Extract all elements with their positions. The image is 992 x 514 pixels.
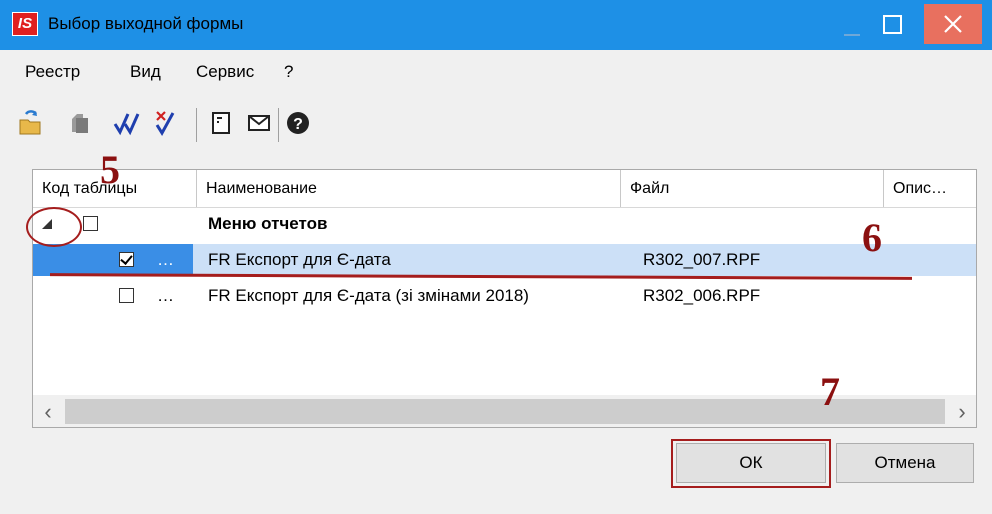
uncheck-all-icon[interactable]	[152, 108, 182, 138]
window-title: Выбор выходной формы	[48, 14, 244, 33]
group-row[interactable]: Меню отчетов	[33, 208, 976, 240]
table-row[interactable]: … FR Експорт для Є-дата R302_007.RPF	[33, 244, 976, 276]
row-name: FR Експорт для Є-дата	[208, 250, 391, 269]
maximize-button[interactable]	[872, 0, 918, 50]
menu-bar: Реестр Вид Сервис ?	[0, 62, 992, 88]
row-name: FR Експорт для Є-дата (зі змінами 2018)	[208, 286, 529, 305]
scroll-right-icon[interactable]: ›	[947, 395, 976, 427]
menu-registry[interactable]: Реестр	[25, 62, 80, 82]
menu-help[interactable]: ?	[284, 62, 293, 82]
annotation-7: 7	[820, 369, 840, 414]
annotation-6: 6	[862, 215, 882, 260]
toolbar-separator	[278, 108, 279, 142]
svg-text:?: ?	[293, 116, 303, 133]
toolbar: ?	[0, 104, 992, 144]
row-ellipsis[interactable]: …	[157, 244, 174, 276]
folder-grey-icon[interactable]	[64, 108, 94, 138]
check-all-icon[interactable]	[112, 108, 142, 138]
close-button[interactable]	[924, 4, 982, 44]
column-header-file[interactable]: Файл	[621, 170, 884, 207]
group-checkbox[interactable]	[83, 216, 98, 231]
help-icon[interactable]: ?	[283, 108, 313, 138]
form-icon[interactable]	[206, 108, 236, 138]
menu-view[interactable]: Вид	[130, 62, 161, 82]
column-header-name[interactable]: Наименование	[197, 170, 621, 207]
row-ellipsis[interactable]: …	[157, 280, 174, 312]
row-checkbox[interactable]	[119, 288, 134, 303]
menu-service[interactable]: Сервис	[196, 62, 254, 82]
toolbar-separator	[196, 108, 197, 142]
group-label: Меню отчетов	[208, 214, 328, 233]
envelope-icon[interactable]	[244, 108, 274, 138]
scroll-left-icon[interactable]: ‹	[33, 395, 63, 427]
column-header-description[interactable]: Опис…	[884, 170, 976, 207]
row-checkbox[interactable]	[119, 252, 134, 267]
annotation-circle	[26, 207, 82, 247]
annotation-rectangle	[671, 439, 831, 488]
row-file: R302_007.RPF	[643, 250, 761, 269]
cancel-button[interactable]: Отмена	[836, 443, 974, 483]
title-bar: IS Выбор выходной формы	[0, 0, 992, 50]
scrollbar-thumb[interactable]	[65, 399, 945, 424]
close-icon	[944, 15, 962, 33]
row-file: R302_006.RPF	[643, 286, 761, 305]
annotation-5: 5	[100, 147, 120, 192]
table-row[interactable]: … FR Експорт для Є-дата (зі змінами 2018…	[33, 280, 976, 312]
minimize-button[interactable]	[828, 0, 874, 50]
app-logo-icon: IS	[12, 12, 38, 36]
folder-open-icon[interactable]	[16, 108, 46, 138]
